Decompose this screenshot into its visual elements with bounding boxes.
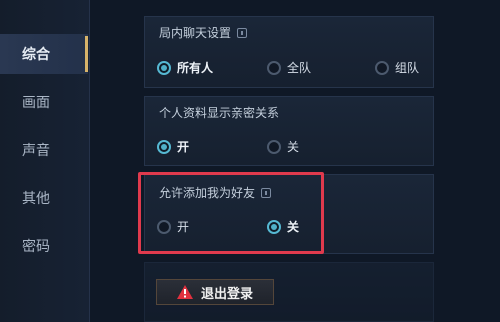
- sidebar-item-label: 画面: [22, 95, 50, 111]
- option-label: 开: [177, 140, 190, 154]
- chat-option-everyone[interactable]: 所有人: [157, 59, 213, 76]
- radio-selected-icon: [157, 139, 171, 154]
- chat-settings-title-text: 局内聊天设置: [159, 26, 232, 40]
- settings-content: 局内聊天设置 所有人 全队 组队 个人资料显示亲密关系 开 关 允许添加我为好友…: [90, 0, 500, 322]
- chat-settings-title: 局内聊天设置: [159, 24, 248, 41]
- radio-unselected-icon: [375, 60, 389, 75]
- sidebar-item-display[interactable]: 画面: [0, 82, 88, 122]
- radio-unselected-icon: [267, 60, 281, 75]
- sidebar-item-label: 密码: [22, 239, 50, 255]
- profile-intimacy-panel: 个人资料显示亲密关系 开 关: [144, 96, 434, 166]
- radio-unselected-icon: [267, 139, 281, 154]
- chat-settings-panel: 局内聊天设置 所有人 全队 组队: [144, 16, 434, 88]
- option-label: 全队: [287, 61, 312, 75]
- profile-intimacy-title-text: 个人资料显示亲密关系: [159, 106, 280, 120]
- logout-button[interactable]: 退出登录: [156, 279, 274, 305]
- chat-option-team[interactable]: 全队: [267, 59, 311, 76]
- sidebar-item-label: 其他: [22, 191, 50, 207]
- info-icon[interactable]: [237, 27, 248, 38]
- sidebar-item-sound[interactable]: 声音: [0, 130, 88, 170]
- sidebar-item-other[interactable]: 其他: [0, 178, 88, 218]
- profile-intimacy-title: 个人资料显示亲密关系: [159, 104, 279, 121]
- settings-sidebar: 综合 画面 声音 其他 密码: [0, 0, 90, 322]
- option-label: 所有人: [177, 61, 214, 75]
- option-label: 关: [287, 140, 300, 154]
- logout-button-label: 退出登录: [200, 286, 253, 302]
- highlight-annotation-box: [138, 172, 324, 254]
- option-label: 组队: [395, 61, 420, 75]
- profile-option-on[interactable]: 开: [157, 138, 189, 155]
- sidebar-item-label: 声音: [22, 143, 50, 159]
- sidebar-item-password[interactable]: 密码: [0, 226, 88, 266]
- radio-selected-icon: [157, 60, 171, 75]
- warning-icon: [176, 285, 193, 299]
- sidebar-item-general[interactable]: 综合: [0, 34, 88, 74]
- chat-option-party[interactable]: 组队: [375, 59, 419, 76]
- sidebar-item-label: 综合: [22, 47, 50, 63]
- profile-option-off[interactable]: 关: [267, 138, 299, 155]
